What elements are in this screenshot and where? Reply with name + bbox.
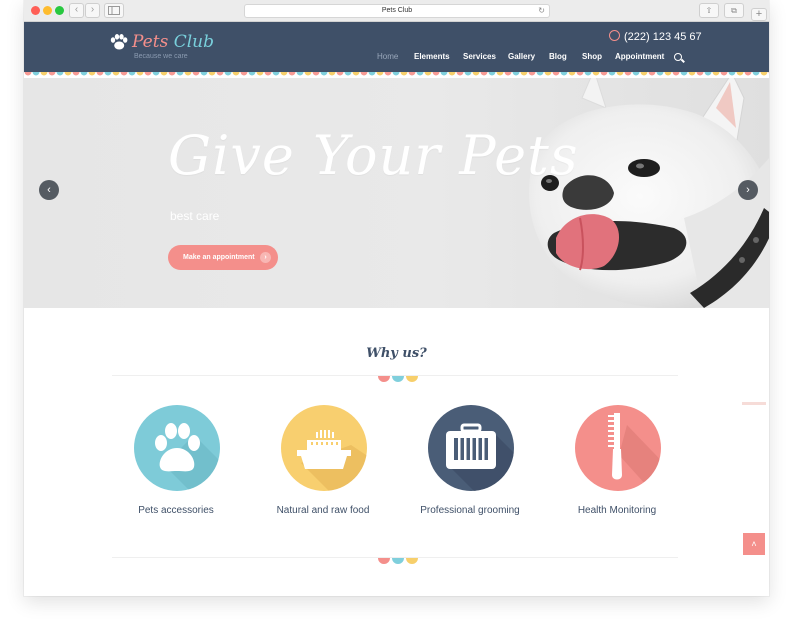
slider-next-button[interactable]: › — [738, 180, 758, 200]
sidebar-toggle-button[interactable] — [104, 3, 124, 18]
sidebar-icon — [108, 6, 120, 15]
nav-item-home[interactable]: Home — [377, 52, 398, 61]
feature-label: Pets accessories — [138, 505, 214, 516]
paw-logo-icon — [110, 34, 128, 50]
logo-wordmark: Pets Club — [132, 32, 214, 52]
phone-text: (222) 123 45 67 — [624, 31, 702, 43]
new-tab-button[interactable]: + — [751, 8, 767, 21]
side-accent-line — [742, 402, 766, 405]
zoom-window-button[interactable] — [55, 6, 64, 15]
slider-prev-button[interactable]: ‹ — [39, 180, 59, 200]
feature-professional-grooming[interactable]: Professional grooming — [395, 405, 545, 530]
main-navigation: Home Elements Services Gallery Blog Shop… — [24, 52, 769, 64]
feature-label: Health Monitoring — [577, 505, 657, 516]
make-appointment-button[interactable]: Make an appointment › — [168, 245, 278, 270]
chevron-right-icon: › — [260, 252, 271, 263]
decorative-dots — [378, 558, 418, 564]
nav-item-appointment[interactable]: Appointment — [615, 52, 664, 61]
nav-item-services[interactable]: Services — [463, 52, 496, 61]
close-window-button[interactable] — [31, 6, 40, 15]
feature-badge — [575, 405, 661, 491]
reload-icon[interactable]: ↻ — [538, 5, 545, 17]
comb-icon — [608, 413, 661, 491]
feature-label: Natural and raw food — [276, 505, 370, 516]
feature-badge — [281, 405, 367, 491]
paw-icon — [155, 423, 220, 491]
feature-label: Professional grooming — [420, 505, 520, 516]
page-title-in-address: Pets Club — [381, 7, 413, 14]
feature-badge — [134, 405, 220, 491]
feature-pets-accessories[interactable]: Pets accessories — [101, 405, 251, 530]
bulldog-image — [529, 78, 769, 308]
hero-subtitle: best care — [170, 209, 220, 223]
feature-health-monitoring[interactable]: Health Monitoring — [542, 405, 692, 530]
nav-item-shop[interactable]: Shop — [582, 52, 602, 61]
search-icon[interactable] — [674, 53, 682, 61]
phone-icon — [609, 30, 620, 41]
feature-badge — [428, 405, 514, 491]
share-button[interactable]: ⇧ — [699, 3, 719, 18]
decorative-dots — [378, 376, 418, 382]
make-appointment-label: Make an appointment — [183, 254, 255, 261]
hero-slider: Give Your Pets best care Make an appoint… — [24, 78, 769, 308]
logo-word-club: Club — [173, 32, 214, 52]
address-bar[interactable]: Pets Club ↻ — [244, 4, 550, 18]
site-header: Pets Club Because we care (222) 123 45 6… — [24, 22, 769, 72]
pet-carrier-icon — [446, 423, 514, 491]
nav-item-gallery[interactable]: Gallery — [508, 52, 535, 61]
section-title: Why us? — [366, 346, 427, 361]
food-bowl-icon — [297, 430, 367, 491]
hero-title: Give Your Pets — [168, 124, 579, 187]
browser-window: ‹ › Pets Club ↻ ⇧ ⧉ + Pets Club Because … — [24, 0, 769, 596]
forward-button[interactable]: › — [85, 3, 100, 18]
tab-overview-button[interactable]: ⧉ — [724, 3, 744, 18]
minimize-window-button[interactable] — [43, 6, 52, 15]
nav-item-elements[interactable]: Elements — [414, 52, 450, 61]
logo-word-pets: Pets — [132, 32, 169, 52]
phone-number[interactable]: (222) 123 45 67 — [609, 30, 702, 43]
browser-toolbar: ‹ › Pets Club ↻ ⇧ ⧉ + — [24, 0, 769, 22]
nav-item-blog[interactable]: Blog — [549, 52, 567, 61]
back-to-top-button[interactable]: ˄ — [743, 533, 765, 555]
back-button[interactable]: ‹ — [69, 3, 84, 18]
feature-natural-food[interactable]: Natural and raw food — [248, 405, 398, 530]
